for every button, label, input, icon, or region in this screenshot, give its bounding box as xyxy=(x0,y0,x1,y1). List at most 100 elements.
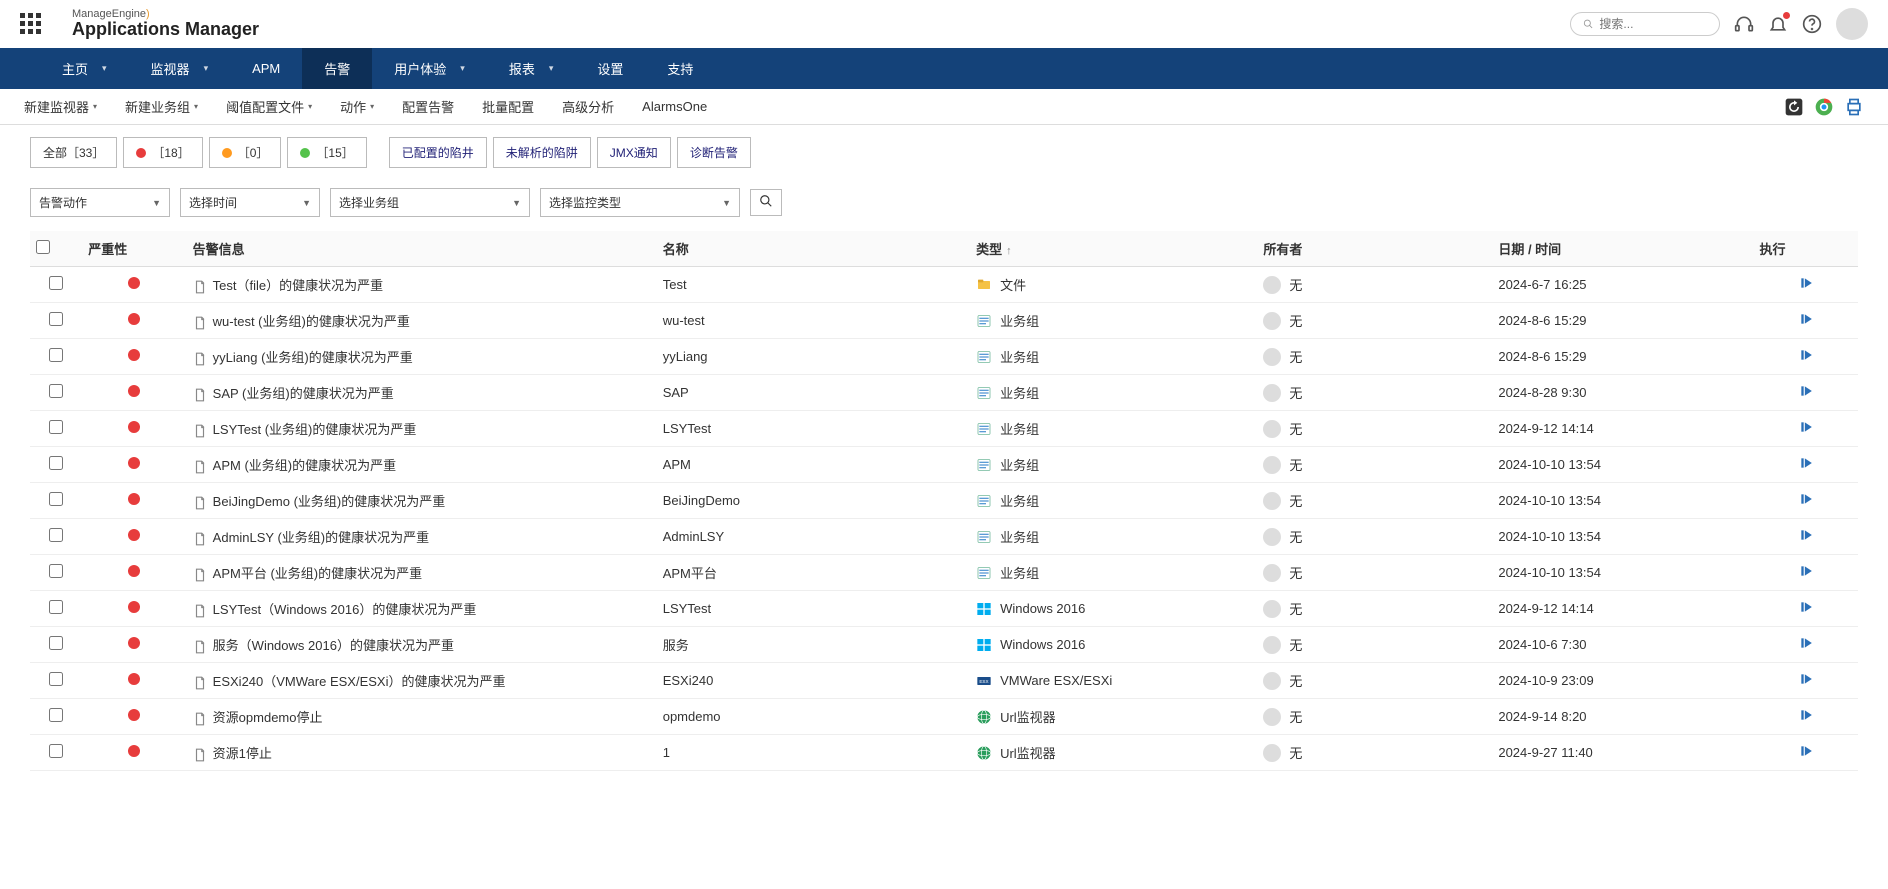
subnav-新建业务组[interactable]: 新建业务组▾ xyxy=(111,89,212,124)
subnav-高级分析[interactable]: 高级分析 xyxy=(548,89,628,124)
execute-button[interactable] xyxy=(1799,674,1813,689)
cell-message[interactable]: ESXi240（VMWare ESX/ESXi）的健康状况为严重 xyxy=(187,663,657,699)
filter-search-button[interactable] xyxy=(750,189,782,216)
row-checkbox[interactable] xyxy=(49,420,63,434)
user-avatar[interactable] xyxy=(1836,8,1868,40)
cell-type[interactable]: ESXVMWare ESX/ESXi xyxy=(976,673,1251,689)
col-severity[interactable]: 严重性 xyxy=(82,231,186,267)
cell-message[interactable]: 资源opmdemo停止 xyxy=(187,699,657,735)
cell-name[interactable]: SAP xyxy=(657,375,970,411)
row-checkbox[interactable] xyxy=(49,672,63,686)
subnav-配置告警[interactable]: 配置告警 xyxy=(388,89,468,124)
search-box[interactable] xyxy=(1570,12,1720,36)
execute-button[interactable] xyxy=(1799,278,1813,293)
filter-monitor-type[interactable]: 选择监控类型▼ xyxy=(540,188,740,217)
cell-name[interactable]: BeiJingDemo xyxy=(657,483,970,519)
row-checkbox[interactable] xyxy=(49,600,63,614)
cell-name[interactable]: opmdemo xyxy=(657,699,970,735)
refresh-icon[interactable] xyxy=(1784,97,1804,117)
cell-type[interactable]: 业务组 xyxy=(976,383,1251,402)
cell-name[interactable]: APM xyxy=(657,447,970,483)
execute-button[interactable] xyxy=(1799,494,1813,509)
tab-jmx-notify[interactable]: JMX通知 xyxy=(597,137,671,168)
cell-type[interactable]: 文件 xyxy=(976,275,1251,294)
row-checkbox[interactable] xyxy=(49,744,63,758)
execute-button[interactable] xyxy=(1799,458,1813,473)
nav-用户体验[interactable]: 用户体验▾ xyxy=(372,48,487,89)
subnav-批量配置[interactable]: 批量配置 xyxy=(468,89,548,124)
execute-button[interactable] xyxy=(1799,422,1813,437)
cell-type[interactable]: Url监视器 xyxy=(976,743,1251,762)
nav-监视器[interactable]: 监视器▾ xyxy=(129,48,231,89)
headset-icon[interactable] xyxy=(1734,14,1754,34)
cell-message[interactable]: 服务（Windows 2016）的健康状况为严重 xyxy=(187,627,657,663)
execute-button[interactable] xyxy=(1799,710,1813,725)
tab-unresolved-traps[interactable]: 未解析的陷阱 xyxy=(493,137,591,168)
nav-报表[interactable]: 报表▾ xyxy=(487,48,576,89)
cell-name[interactable]: yyLiang xyxy=(657,339,970,375)
row-checkbox[interactable] xyxy=(49,456,63,470)
row-checkbox[interactable] xyxy=(49,348,63,362)
execute-button[interactable] xyxy=(1799,530,1813,545)
cell-name[interactable]: 服务 xyxy=(657,627,970,663)
cell-message[interactable]: LSYTest（Windows 2016）的健康状况为严重 xyxy=(187,591,657,627)
cell-name[interactable]: LSYTest xyxy=(657,411,970,447)
subnav-动作[interactable]: 动作▾ xyxy=(326,89,388,124)
subnav-AlarmsOne[interactable]: AlarmsOne xyxy=(628,89,721,124)
cell-type[interactable]: 业务组 xyxy=(976,419,1251,438)
cell-type[interactable]: Windows 2016 xyxy=(976,601,1251,617)
cell-name[interactable]: wu-test xyxy=(657,303,970,339)
cell-type[interactable]: 业务组 xyxy=(976,311,1251,330)
execute-button[interactable] xyxy=(1799,566,1813,581)
row-checkbox[interactable] xyxy=(49,636,63,650)
cell-message[interactable]: SAP (业务组)的健康状况为严重 xyxy=(187,375,657,411)
subnav-新建监视器[interactable]: 新建监视器▾ xyxy=(10,89,111,124)
tab-all[interactable]: 全部［33］ xyxy=(30,137,117,168)
tab-configured-traps[interactable]: 已配置的陷井 xyxy=(389,137,487,168)
execute-button[interactable] xyxy=(1799,638,1813,653)
tab-warning[interactable]: ［0］ xyxy=(209,137,282,168)
cell-type[interactable]: 业务组 xyxy=(976,563,1251,582)
nav-主页[interactable]: 主页▾ xyxy=(40,48,129,89)
print-icon[interactable] xyxy=(1844,97,1864,117)
col-message[interactable]: 告警信息 xyxy=(187,231,657,267)
cell-type[interactable]: Windows 2016 xyxy=(976,637,1251,653)
cell-type[interactable]: 业务组 xyxy=(976,347,1251,366)
cell-name[interactable]: ESXi240 xyxy=(657,663,970,699)
execute-button[interactable] xyxy=(1799,746,1813,761)
col-name[interactable]: 名称 xyxy=(657,231,970,267)
apps-grid-icon[interactable] xyxy=(20,13,42,35)
select-all-checkbox[interactable] xyxy=(36,240,50,254)
col-date[interactable]: 日期 / 时间 xyxy=(1492,231,1753,267)
tab-clear[interactable]: ［15］ xyxy=(287,137,366,168)
col-exec[interactable]: 执行 xyxy=(1753,231,1858,267)
row-checkbox[interactable] xyxy=(49,492,63,506)
cell-type[interactable]: 业务组 xyxy=(976,527,1251,546)
bell-icon[interactable] xyxy=(1768,14,1788,34)
help-icon[interactable] xyxy=(1802,14,1822,34)
cell-name[interactable]: LSYTest xyxy=(657,591,970,627)
cell-message[interactable]: APM平台 (业务组)的健康状况为严重 xyxy=(187,555,657,591)
execute-button[interactable] xyxy=(1799,314,1813,329)
chrome-icon[interactable] xyxy=(1814,97,1834,117)
cell-name[interactable]: AdminLSY xyxy=(657,519,970,555)
filter-business-group[interactable]: 选择业务组▼ xyxy=(330,188,530,217)
nav-设置[interactable]: 设置 xyxy=(575,48,645,89)
nav-告警[interactable]: 告警 xyxy=(302,48,372,89)
cell-message[interactable]: wu-test (业务组)的健康状况为严重 xyxy=(187,303,657,339)
filter-time[interactable]: 选择时间▼ xyxy=(180,188,320,217)
cell-name[interactable]: Test xyxy=(657,267,970,303)
row-checkbox[interactable] xyxy=(49,384,63,398)
row-checkbox[interactable] xyxy=(49,708,63,722)
row-checkbox[interactable] xyxy=(49,528,63,542)
cell-message[interactable]: LSYTest (业务组)的健康状况为严重 xyxy=(187,411,657,447)
cell-name[interactable]: APM平台 xyxy=(657,555,970,591)
cell-type[interactable]: 业务组 xyxy=(976,455,1251,474)
row-checkbox[interactable] xyxy=(49,276,63,290)
cell-message[interactable]: APM (业务组)的健康状况为严重 xyxy=(187,447,657,483)
cell-message[interactable]: Test（file）的健康状况为严重 xyxy=(187,267,657,303)
search-input[interactable] xyxy=(1599,17,1707,31)
subnav-阈值配置文件[interactable]: 阈值配置文件▾ xyxy=(212,89,326,124)
cell-type[interactable]: 业务组 xyxy=(976,491,1251,510)
row-checkbox[interactable] xyxy=(49,312,63,326)
